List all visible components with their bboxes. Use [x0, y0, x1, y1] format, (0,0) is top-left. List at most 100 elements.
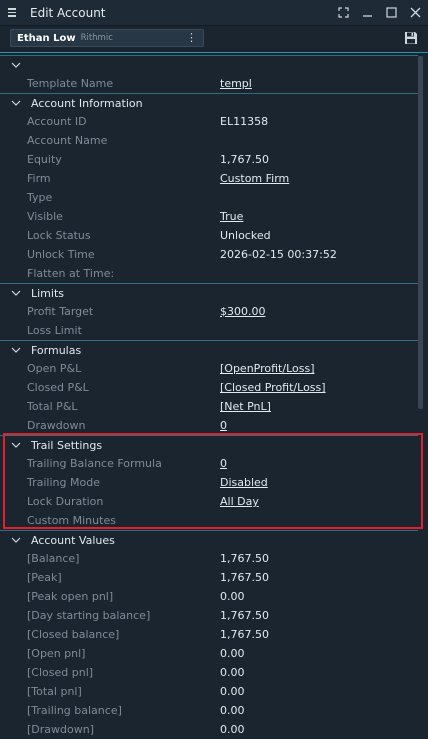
property-value[interactable]: [Net PnL] — [220, 400, 271, 413]
scrollbar[interactable] — [418, 56, 423, 409]
chevron-down-icon[interactable] — [11, 288, 23, 298]
property-row[interactable]: Type — [0, 188, 418, 207]
minimize-icon[interactable] — [360, 5, 374, 19]
property-row[interactable]: Visible True — [0, 207, 418, 226]
property-value: 2026-02-15 00:37:52 — [220, 248, 337, 261]
property-row[interactable]: Lock Status Unlocked — [0, 226, 418, 245]
property-label: Loss Limit — [27, 324, 82, 337]
property-label: [Day starting balance] — [27, 609, 151, 622]
property-row[interactable]: Drawdown 0 — [0, 416, 418, 435]
property-row[interactable]: Unlock Time 2026-02-15 00:37:52 — [0, 245, 418, 264]
property-value: 1,767.50 — [220, 609, 269, 622]
property-row[interactable]: Closed P&L [Closed Profit/Loss] — [0, 378, 418, 397]
property-label: Trailing Mode — [27, 476, 100, 489]
section-header[interactable]: Account Information — [0, 93, 418, 112]
property-row[interactable]: [Open pnl] 0.00 — [0, 644, 418, 663]
property-value[interactable]: [OpenProfit/Loss] — [220, 362, 315, 375]
property-row[interactable]: Trailing Mode Disabled — [0, 473, 418, 492]
close-icon[interactable] — [408, 5, 422, 19]
property-value[interactable]: $300.00 — [220, 305, 266, 318]
menu-icon[interactable] — [0, 8, 28, 17]
account-bar: Ethan Low Rithmic ⋮ — [0, 26, 428, 52]
property-value[interactable]: Custom Firm — [220, 172, 289, 185]
section-header[interactable] — [0, 55, 418, 74]
property-value: 1,767.50 — [220, 628, 269, 641]
property-row[interactable]: [Trailing balance] 0.00 — [0, 701, 418, 720]
chevron-down-icon[interactable] — [11, 345, 23, 355]
property-row[interactable]: Total P&L [Net PnL] — [0, 397, 418, 416]
property-row[interactable]: [Total pnl] 0.00 — [0, 682, 418, 701]
save-icon[interactable] — [404, 31, 418, 45]
account-selector[interactable]: Ethan Low Rithmic ⋮ — [10, 29, 204, 47]
property-label: Trailing Balance Formula — [27, 457, 162, 470]
account-name: Ethan Low — [17, 32, 76, 44]
property-label: Open P&L — [27, 362, 82, 375]
more-options-icon[interactable]: ⋮ — [186, 31, 197, 44]
property-label: [Open pnl] — [27, 647, 86, 660]
property-label: Lock Duration — [27, 495, 104, 508]
property-row[interactable]: [Peak] 1,767.50 — [0, 568, 418, 587]
property-row[interactable]: [Balance] 1,767.50 — [0, 549, 418, 568]
section-header[interactable]: Account Values — [0, 530, 418, 549]
property-row[interactable]: Custom Minutes — [0, 511, 418, 530]
property-label: Unlock Time — [27, 248, 95, 261]
property-row[interactable]: Open P&L [OpenProfit/Loss] — [0, 359, 418, 378]
property-value[interactable]: [Closed Profit/Loss] — [220, 381, 326, 394]
property-value[interactable]: All Day — [220, 495, 259, 508]
section-title: Account Values — [31, 533, 115, 547]
property-row[interactable]: [Day starting balance] 1,767.50 — [0, 606, 418, 625]
property-value: 0.00 — [220, 685, 245, 698]
property-value[interactable]: 0 — [220, 419, 227, 432]
property-value[interactable]: True — [220, 210, 243, 223]
property-value[interactable]: 0 — [220, 457, 227, 470]
property-label: Lock Status — [27, 229, 91, 242]
property-label: Type — [27, 191, 53, 204]
property-row[interactable]: Account Name — [0, 131, 418, 150]
section-header[interactable]: Limits — [0, 283, 418, 302]
property-label: Account ID — [27, 115, 87, 128]
property-row[interactable]: [Peak open pnl] 0.00 — [0, 587, 418, 606]
property-value: 0.00 — [220, 723, 245, 736]
property-row[interactable]: [Closed balance] 1,767.50 — [0, 625, 418, 644]
chevron-down-icon[interactable] — [11, 440, 23, 450]
expand-icon[interactable] — [336, 5, 350, 19]
property-label: Custom Minutes — [27, 514, 116, 527]
property-label: [Closed pnl] — [27, 666, 94, 679]
property-label: Visible — [27, 210, 63, 223]
property-value: 1,767.50 — [220, 153, 269, 166]
property-row[interactable]: Template Name templ — [0, 74, 418, 93]
connection-name: Rithmic — [80, 33, 113, 43]
title-bar: Edit Account — [0, 0, 428, 26]
window-title: Edit Account — [30, 5, 106, 20]
property-label: Profit Target — [27, 305, 94, 318]
property-value: 0.00 — [220, 704, 245, 717]
property-row[interactable]: Account ID EL11358 — [0, 112, 418, 131]
chevron-down-icon[interactable] — [11, 535, 23, 545]
section-header[interactable]: Trail Settings — [0, 435, 418, 454]
property-label: [Peak open pnl] — [27, 590, 114, 603]
property-row[interactable]: Firm Custom Firm — [0, 169, 418, 188]
property-label: Equity — [27, 153, 62, 166]
property-row[interactable]: Equity 1,767.50 — [0, 150, 418, 169]
property-label: [Total pnl] — [27, 685, 82, 698]
property-value[interactable]: templ — [220, 77, 252, 90]
property-row[interactable]: Profit Target $300.00 — [0, 302, 418, 321]
property-row[interactable]: [Closed pnl] 0.00 — [0, 663, 418, 682]
chevron-down-icon[interactable] — [11, 98, 23, 108]
property-value[interactable]: Disabled — [220, 476, 268, 489]
section-header[interactable]: Formulas — [0, 340, 418, 359]
property-row[interactable]: [Drawdown] 0.00 — [0, 720, 418, 739]
property-label: [Trailing balance] — [27, 704, 122, 717]
property-row[interactable]: Lock Duration All Day — [0, 492, 418, 511]
chevron-down-icon[interactable] — [11, 60, 23, 70]
maximize-icon[interactable] — [384, 5, 398, 19]
property-row[interactable]: Trailing Balance Formula 0 — [0, 454, 418, 473]
property-value: 0.00 — [220, 647, 245, 660]
property-row[interactable]: Loss Limit — [0, 321, 418, 340]
edit-account-window: Edit Account Ethan Low Rithmic ⋮ Templat… — [0, 0, 428, 736]
section-title: Account Information — [31, 96, 143, 110]
property-grid: Template Name templ Account Information Acc… — [0, 52, 428, 736]
property-label: [Drawdown] — [27, 723, 94, 736]
property-row[interactable]: Flatten at Time: — [0, 264, 418, 283]
property-value: 1,767.50 — [220, 571, 269, 584]
